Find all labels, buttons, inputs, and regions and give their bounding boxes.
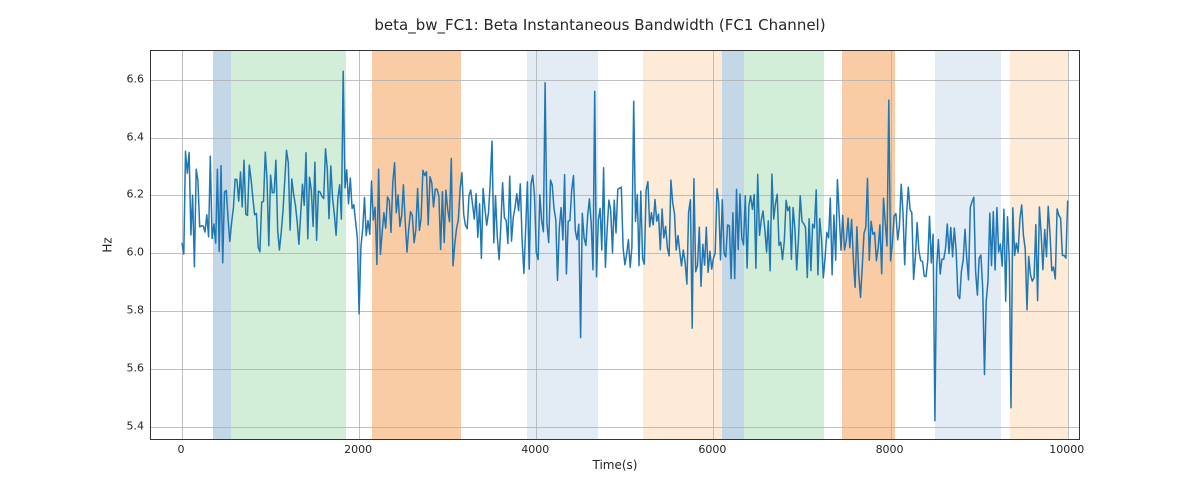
y-tick-label: 6.6 (104, 72, 144, 85)
x-tick-label: 8000 (876, 443, 904, 456)
y-tick-label: 5.4 (104, 419, 144, 432)
chart-title: beta_bw_FC1: Beta Instantaneous Bandwidt… (0, 16, 1200, 34)
y-tick-label: 5.6 (104, 361, 144, 374)
y-tick-label: 6.2 (104, 188, 144, 201)
y-tick-label: 6.4 (104, 130, 144, 143)
x-tick-label: 0 (178, 443, 185, 456)
chart-figure: beta_bw_FC1: Beta Instantaneous Bandwidt… (0, 0, 1200, 500)
series-line (151, 51, 1080, 440)
plot-area (150, 50, 1080, 440)
x-axis-label: Time(s) (150, 458, 1080, 472)
x-tick-label: 4000 (521, 443, 549, 456)
x-tick-label: 10000 (1049, 443, 1084, 456)
x-tick-label: 2000 (344, 443, 372, 456)
y-tick-label: 6.0 (104, 246, 144, 259)
y-tick-label: 5.8 (104, 304, 144, 317)
x-tick-label: 6000 (698, 443, 726, 456)
